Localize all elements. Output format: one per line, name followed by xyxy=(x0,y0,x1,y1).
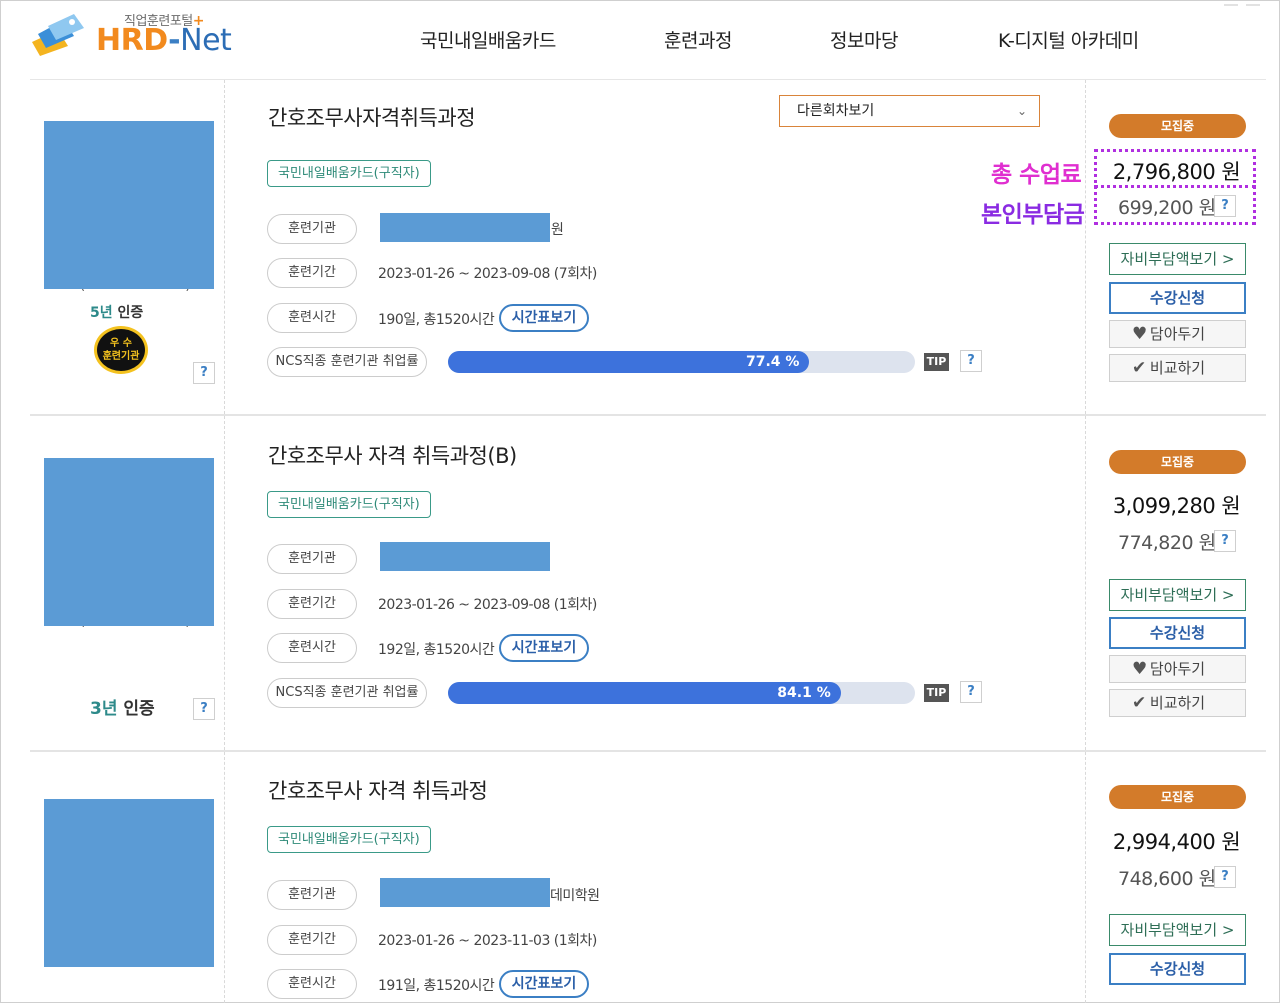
help-icon[interactable]: ? xyxy=(960,350,982,372)
heart-icon: ♥ xyxy=(1132,659,1148,679)
ncs-rate-bar: 84.1 % xyxy=(448,682,915,704)
compare-button[interactable]: ✔ 비교하기 xyxy=(1109,689,1246,717)
ncs-label: NCS직종 훈련기관 취업률 xyxy=(267,347,427,377)
period-label: 훈련기간 xyxy=(267,258,357,288)
card-type-tag: 국민내일배움카드(구직자) xyxy=(267,826,431,853)
institution-panel xyxy=(30,752,225,1003)
hours-label: 훈련시간 xyxy=(267,969,357,999)
institution-image-redacted xyxy=(44,458,214,626)
hours-value: 192일, 총1520시간 xyxy=(378,642,495,658)
apply-button[interactable]: 수강신청 xyxy=(1109,617,1246,649)
help-icon[interactable]: ? xyxy=(1214,866,1236,888)
timetable-button[interactable]: 시간표보기 xyxy=(499,970,589,998)
institution-image-redacted xyxy=(44,799,214,967)
corner-mark xyxy=(1246,0,1260,6)
ncs-label: NCS직종 훈련기관 취업률 xyxy=(267,678,427,708)
timetable-button[interactable]: 시간표보기 xyxy=(499,634,589,662)
total-fee: 2,994,400 원 xyxy=(1112,830,1241,854)
certification-label: 3년 인증 xyxy=(90,699,155,719)
institution-label: 훈련기관 xyxy=(267,544,357,574)
annotation-total-fee: 총 수업료 xyxy=(991,162,1082,188)
institution-name-redacted xyxy=(380,542,550,571)
ncs-rate-fill: 84.1 % xyxy=(448,682,841,704)
tip-badge[interactable]: TIP xyxy=(924,353,949,371)
check-icon: ✔ xyxy=(1132,693,1147,713)
course-title[interactable]: 간호조무사 자격 취득과정(B) xyxy=(268,440,517,470)
ncs-rate-bar: 77.4 % xyxy=(448,351,915,373)
help-icon[interactable]: ? xyxy=(193,698,215,720)
other-rounds-select[interactable]: 다른회차보기 ⌄ xyxy=(779,95,1040,127)
period-label: 훈련기간 xyxy=(267,589,357,619)
compare-button[interactable]: ✔ 비교하기 xyxy=(1109,354,1246,382)
course-title[interactable]: 간호조무사 자격 취득과정 xyxy=(268,775,488,805)
help-icon[interactable]: ? xyxy=(193,362,215,384)
status-badge: 모집중 xyxy=(1109,785,1246,809)
excellent-institution-seal: 우 수 훈련기관 xyxy=(94,326,148,374)
hours-label: 훈련시간 xyxy=(267,303,357,333)
annotation-self-pay: 본인부담금 xyxy=(981,202,1085,228)
apply-button[interactable]: 수강신청 xyxy=(1109,282,1246,314)
institution-name-tail: 원 xyxy=(551,222,564,238)
course-title[interactable]: 간호조무사자격취득과정 xyxy=(268,102,476,132)
hrd-net-logo[interactable]: 직업훈련포털+ HRD-Net xyxy=(28,6,243,58)
wish-button[interactable]: ♥ 담아두기 xyxy=(1109,320,1246,348)
institution-label: 훈련기관 xyxy=(267,880,357,910)
course-card: ( 042-257-2694 ) 5년 인증 우 수훈련기관 ? 간호조무사자격… xyxy=(30,80,1266,416)
institution-label: 훈련기관 xyxy=(267,214,357,244)
institution-panel: ( 042-257-2694 ) 5년 인증 우 수훈련기관 ? xyxy=(30,80,225,414)
hours-value: 190일, 총1520시간 xyxy=(378,312,495,328)
institution-image-redacted xyxy=(44,121,214,289)
price-panel: 모집중 3,099,280 원 774,820 원 ? 자비부담액보기 > 수강… xyxy=(1085,416,1266,750)
ncs-rate-fill: 77.4 % xyxy=(448,351,810,373)
card-type-tag: 국민내일배움카드(구직자) xyxy=(267,491,431,518)
annotation-divider xyxy=(1094,185,1256,188)
price-panel: 모집중 2,994,400 원 748,600 원 ? 자비부담액보기 > 수강… xyxy=(1085,752,1266,1003)
period-value: 2023-01-26 ~ 2023-09-08 (1회차) xyxy=(378,597,597,613)
self-pay-view-button[interactable]: 자비부담액보기 > xyxy=(1109,579,1246,611)
hours-label: 훈련시간 xyxy=(267,633,357,663)
total-fee: 3,099,280 원 xyxy=(1112,494,1241,518)
wish-button[interactable]: ♥ 담아두기 xyxy=(1109,655,1246,683)
self-pay-view-button[interactable]: 자비부담액보기 > xyxy=(1109,914,1246,946)
corner-mark xyxy=(1224,0,1238,6)
tip-badge[interactable]: TIP xyxy=(924,684,949,702)
self-pay-amount: 748,600 원 xyxy=(1118,868,1216,890)
logo-wordmark: HRD-Net xyxy=(96,23,232,58)
price-panel: 모집중 2,796,800 원 699,200 원 ? 자비부담액보기 > 수강… xyxy=(1085,80,1266,414)
institution-name-redacted xyxy=(380,213,550,242)
period-value: 2023-01-26 ~ 2023-11-03 (1회차) xyxy=(378,933,597,949)
certification-label: 5년 인증 xyxy=(90,305,144,321)
self-pay-view-button[interactable]: 자비부담액보기 > xyxy=(1109,243,1246,275)
card-type-tag: 국민내일배움카드(구직자) xyxy=(267,160,431,187)
status-badge: 모집중 xyxy=(1109,114,1246,138)
help-icon[interactable]: ? xyxy=(960,681,982,703)
nav-item-info[interactable]: 정보마당 xyxy=(830,26,898,53)
apply-button[interactable]: 수강신청 xyxy=(1109,953,1246,985)
help-icon[interactable]: ? xyxy=(1214,530,1236,552)
course-card: 간호조무사 자격 취득과정 국민내일배움카드(구직자) 훈련기관 데미학원 훈련… xyxy=(30,752,1266,1003)
period-value: 2023-01-26 ~ 2023-09-08 (7회차) xyxy=(378,266,597,282)
nav-item-k-digital[interactable]: K-디지털 아카데미 xyxy=(998,26,1139,53)
timetable-button[interactable]: 시간표보기 xyxy=(499,304,589,332)
nav-item-learning-card[interactable]: 국민내일배움카드 xyxy=(420,26,556,53)
chevron-down-icon: ⌄ xyxy=(1016,104,1027,118)
institution-name-redacted xyxy=(380,878,550,907)
self-pay-amount: 774,820 원 xyxy=(1118,532,1216,554)
site-header: 직업훈련포털+ HRD-Net 국민내일배움카드 훈련과정 정보마당 K-디지털… xyxy=(0,0,1280,80)
institution-name-tail: 데미학원 xyxy=(550,888,600,904)
institution-panel: ( 031-883-0003 ) 3년 인증 ? xyxy=(30,416,225,750)
check-icon: ✔ xyxy=(1132,358,1147,378)
status-badge: 모집중 xyxy=(1109,450,1246,474)
nav-item-courses[interactable]: 훈련과정 xyxy=(664,26,732,53)
heart-icon: ♥ xyxy=(1132,324,1148,344)
logo-mark-icon xyxy=(32,14,84,56)
period-label: 훈련기간 xyxy=(267,925,357,955)
course-card: ( 031-883-0003 ) 3년 인증 ? 간호조무사 자격 취득과정(B… xyxy=(30,416,1266,752)
hours-value: 191일, 총1520시간 xyxy=(378,978,495,994)
